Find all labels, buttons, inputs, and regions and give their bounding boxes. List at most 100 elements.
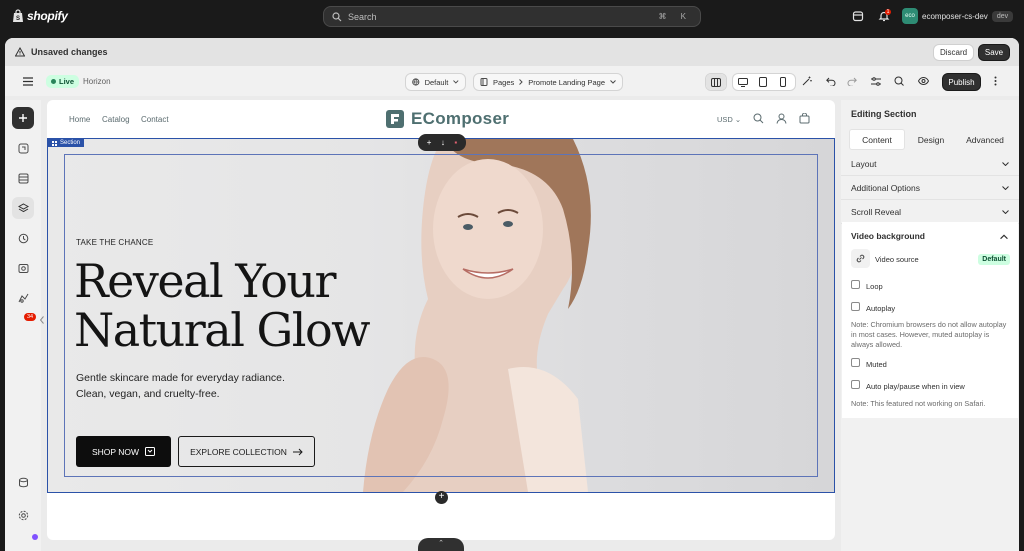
unsaved-changes-bar: Unsaved changes [5,38,1019,66]
store-brand-name: EComposer [411,109,510,128]
marketing-nav-icon[interactable] [12,287,34,309]
currency-value: USD [717,115,733,124]
add-element-button[interactable] [12,107,34,129]
store-switcher[interactable]: eco ecomposer-cs-dev dev [902,8,1014,24]
sections-nav-icon[interactable] [12,167,34,189]
mobile-icon[interactable] [773,74,793,90]
video-source-value[interactable]: Default [978,254,1010,265]
autoplay-option[interactable]: Autoplay [851,300,895,313]
explore-collection-button[interactable]: EXPLORE COLLECTION [178,436,315,467]
hero-kicker: TAKE THE CHANCE [76,238,154,247]
auto-play-in-view-option[interactable]: Auto play/pause when in view [851,378,965,391]
gear-icon[interactable] [12,504,34,526]
loop-option[interactable]: Loop [851,278,883,291]
store-icon[interactable] [852,10,866,24]
layers-nav-icon[interactable] [12,197,34,219]
accordion-additional-options-label: Additional Options [851,182,920,193]
delete-section-icon[interactable]: ▪ [454,138,457,147]
shopify-topbar: S shopify Search ⌘ K 1 eco ecomposer-cs-… [0,0,1024,34]
video-background-panel: Video background Video source Default Lo… [842,222,1018,418]
accordion-layout[interactable]: Layout [841,152,1019,176]
more-options-icon[interactable] [986,72,1004,90]
hero-subtitle: Gentle skincare made for everyday radian… [76,371,336,402]
loop-checkbox[interactable] [851,280,860,289]
muted-option[interactable]: Muted [851,356,887,369]
nav-link-home[interactable]: Home [69,115,90,124]
inspect-icon[interactable] [890,72,908,90]
video-background-heading[interactable]: Video background [851,231,925,241]
hero-subtitle-line-2: Clean, vegan, and cruelty-free. [76,387,220,400]
muted-checkbox[interactable] [851,358,860,367]
search-icon[interactable] [753,113,765,125]
tab-content[interactable]: Content [850,130,904,149]
editor-frame: Unsaved changes Discard Save Live Horizo… [5,38,1019,551]
shop-now-button[interactable]: SHOP NOW [76,436,171,467]
notification-badge: 1 [885,9,891,15]
search-shortcut: ⌘ K [658,12,692,21]
add-section-below-button[interactable]: + [435,491,448,504]
editor-toolbar: Live Horizon Default Pages Promote Landi… [5,66,1019,96]
chevron-down-icon [1002,185,1009,190]
undo-icon[interactable] [822,72,840,90]
collapse-rail-handle[interactable] [40,316,44,326]
search-icon [332,11,342,21]
preview-eye-icon[interactable] [914,72,932,90]
page-select[interactable]: Pages Promote Landing Page [473,73,623,91]
sidebar-toggle-icon[interactable] [706,74,726,90]
store-brand-logo[interactable]: EComposer [385,109,509,129]
section-label-text: Section [60,140,81,146]
auto-play-in-view-checkbox[interactable] [851,380,860,389]
tablet-icon[interactable] [753,74,773,90]
publish-button[interactable]: Publish [942,73,981,91]
live-status-badge: Live [46,75,80,88]
nav-link-catalog[interactable]: Catalog [102,115,130,124]
unsaved-message: Unsaved changes [31,47,108,57]
magic-wand-icon[interactable] [797,73,817,89]
hero-headline-line-1: Reveal Your [74,254,337,308]
discard-button[interactable]: Discard [933,44,974,61]
menu-icon[interactable] [19,72,37,90]
pages-icon [480,78,488,86]
accordion-additional-options[interactable]: Additional Options [841,176,1019,200]
template-select[interactable]: Default [405,73,466,91]
bottom-collapse-handle[interactable]: ⌃ [418,538,464,551]
panel-tabs: Content Design Advanced [850,130,1012,149]
chevron-up-icon[interactable] [1000,233,1008,241]
account-icon[interactable] [776,113,788,125]
accordion-scroll-reveal[interactable]: Scroll Reveal [841,200,1019,224]
tab-design[interactable]: Design [904,130,958,149]
plus-icon [19,114,27,122]
autoplay-checkbox[interactable] [851,302,860,311]
shopify-bag-icon: S [13,9,23,22]
hero-headline: Reveal Your Natural Glow [74,254,371,355]
issues-nav-icon[interactable] [12,257,34,279]
settings-sliders-icon[interactable] [867,72,885,90]
currency-select[interactable]: USD ⌄ [717,115,741,124]
cart-icon[interactable] [799,113,811,125]
pages-nav-icon[interactable] [12,137,34,159]
add-block-icon[interactable]: + [427,138,432,147]
section-label-tag[interactable]: Section [48,139,85,147]
video-source-label: Video source [875,255,919,264]
nav-link-contact[interactable]: Contact [141,115,169,124]
move-down-icon[interactable]: ↓ [441,138,445,147]
hero-subtitle-line-1: Gentle skincare made for everyday radian… [76,372,285,384]
live-dot [51,79,56,84]
settings-panel: Editing Section Content Design Advanced … [841,100,1019,551]
ecomposer-logo-icon [386,110,404,128]
shopify-logo[interactable]: S shopify [12,9,68,23]
auto-play-in-view-label: Auto play/pause when in view [866,382,965,391]
link-icon[interactable] [851,249,870,268]
left-rail: 34 [5,100,41,551]
apps-nav-icon[interactable] [12,471,34,493]
history-clock-icon[interactable] [12,227,34,249]
tab-advanced[interactable]: Advanced [958,130,1012,149]
redo-icon[interactable] [843,72,861,90]
autoplay-note: Note: Chromium browsers do not allow aut… [851,320,1007,349]
search-input[interactable]: Search ⌘ K [323,6,701,27]
desktop-icon[interactable] [733,74,753,90]
search-placeholder: Search [348,11,377,22]
hero-section[interactable]: Section + ↓ ▪ TAKE THE CHANCE Reveal You… [47,134,835,493]
save-button[interactable]: Save [978,44,1010,61]
shop-now-label: SHOP NOW [91,446,140,457]
